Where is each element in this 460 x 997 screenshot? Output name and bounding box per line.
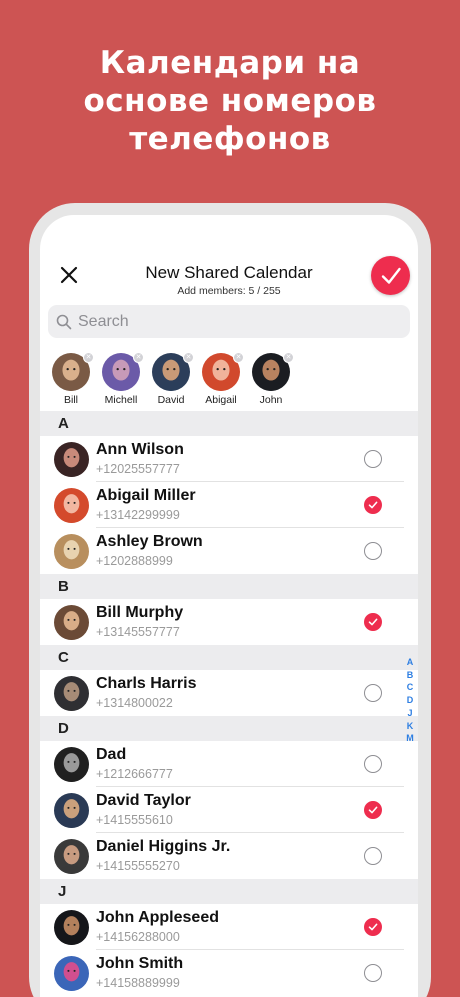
contact-row[interactable]: David Taylor +1415555610: [40, 787, 418, 833]
remove-member-icon[interactable]: ✕: [283, 352, 294, 363]
contact-name: Charls Harris: [96, 675, 197, 692]
contact-phone: +14155555270: [96, 859, 180, 873]
confirm-button[interactable]: [371, 256, 410, 295]
checkmark-icon: [381, 267, 401, 284]
selected-member-name: John: [259, 394, 283, 406]
contact-phone: +14156288000: [96, 930, 180, 944]
contact-row[interactable]: Daniel Higgins Jr. +14155555270: [40, 833, 418, 879]
select-checkbox[interactable]: [364, 964, 382, 982]
section-header: B: [40, 574, 418, 599]
avatar: [54, 910, 89, 945]
index-letter[interactable]: K: [403, 720, 417, 733]
contact-name: John Smith: [96, 955, 184, 972]
select-checkbox[interactable]: [364, 847, 382, 865]
index-letter[interactable]: J: [403, 707, 417, 720]
contact-row[interactable]: Ann Wilson +12025557777: [40, 436, 418, 482]
contact-name: Ashley Brown: [96, 533, 203, 550]
selected-member[interactable]: ✕ David: [146, 352, 196, 409]
section-header: D: [40, 716, 418, 741]
contact-name: Dad: [96, 746, 127, 763]
contact-list: A Ann Wilson +12025557777 Abigail Miller +13…: [40, 411, 418, 996]
select-checkbox[interactable]: [364, 450, 382, 468]
contact-phone: +12025557777: [96, 462, 180, 476]
contact-phone: +1314800022: [96, 696, 173, 710]
select-checkbox[interactable]: [364, 755, 382, 773]
selected-member-name: David: [157, 394, 185, 406]
contact-row[interactable]: Dad +1212666777: [40, 741, 418, 787]
contact-name: John Appleseed: [96, 909, 219, 926]
avatar: [54, 676, 89, 711]
contact-phone: +1212666777: [96, 767, 173, 781]
contact-row[interactable]: Charls Harris +1314800022: [40, 670, 418, 716]
avatar: [54, 605, 89, 640]
remove-member-icon[interactable]: ✕: [83, 352, 94, 363]
avatar: [54, 839, 89, 874]
contact-row[interactable]: John Appleseed +14156288000: [40, 904, 418, 950]
headline-line-3: телефонов: [129, 121, 331, 157]
avatar: [54, 956, 89, 991]
contact-name: David Taylor: [96, 792, 191, 809]
index-letter[interactable]: A: [403, 656, 417, 669]
contact-name: Daniel Higgins Jr.: [96, 838, 231, 855]
selected-member[interactable]: ✕ Bill: [46, 352, 96, 409]
page-title: New Shared Calendar: [145, 263, 313, 282]
contact-name: Ann Wilson: [96, 441, 184, 458]
contact-phone: +13142299999: [96, 508, 180, 522]
search-input[interactable]: Search: [78, 313, 129, 331]
remove-member-icon[interactable]: ✕: [233, 352, 244, 363]
contact-phone: +1202888999: [96, 554, 173, 568]
avatar: [54, 488, 89, 523]
index-letter[interactable]: D: [403, 694, 417, 707]
headline-line-1: Календари на: [99, 45, 361, 81]
contact-name: Bill Murphy: [96, 604, 184, 621]
avatar: [54, 793, 89, 828]
section-header: J: [40, 879, 418, 904]
contact-phone: +13145557777: [96, 625, 180, 639]
select-checkbox[interactable]: [364, 613, 382, 631]
selected-member[interactable]: ✕ Abigail: [196, 352, 246, 409]
selected-member[interactable]: ✕ Michell: [96, 352, 146, 409]
app-screen: New Shared Calendar Add members: 5 / 255…: [40, 215, 418, 997]
headline: Календари на основе номеров телефонов: [0, 44, 460, 158]
selected-member-name: Michell: [104, 394, 138, 406]
contact-row[interactable]: Bill Murphy +13145557777: [40, 599, 418, 645]
select-checkbox[interactable]: [364, 684, 382, 702]
remove-member-icon[interactable]: ✕: [183, 352, 194, 363]
search-bar[interactable]: Search: [48, 305, 410, 338]
alphabet-index[interactable]: ABCDJKM: [403, 656, 417, 745]
avatar: [54, 442, 89, 477]
search-icon: [56, 314, 72, 329]
select-checkbox[interactable]: [364, 496, 382, 514]
index-letter[interactable]: B: [403, 669, 417, 682]
contact-phone: +1415555610: [96, 813, 173, 827]
contact-name: Abigail Miller: [96, 487, 196, 504]
index-letter[interactable]: C: [403, 681, 417, 694]
select-checkbox[interactable]: [364, 801, 382, 819]
avatar: [54, 747, 89, 782]
remove-member-icon[interactable]: ✕: [133, 352, 144, 363]
headline-line-2: основе номеров: [83, 83, 377, 119]
index-letter[interactable]: M: [403, 732, 417, 745]
selected-member[interactable]: ✕ John: [246, 352, 296, 409]
member-count: Add members: 5 / 255: [177, 285, 281, 297]
contact-row[interactable]: Abigail Miller +13142299999: [40, 482, 418, 528]
selected-member-name: Abigail: [205, 394, 237, 406]
contact-phone: +14158889999: [96, 976, 180, 990]
contact-row[interactable]: Ashley Brown +1202888999: [40, 528, 418, 574]
section-header: C: [40, 645, 418, 670]
select-checkbox[interactable]: [364, 918, 382, 936]
selected-member-name: Bill: [63, 394, 78, 406]
section-header: A: [40, 411, 418, 436]
select-checkbox[interactable]: [364, 542, 382, 560]
avatar: [54, 534, 89, 569]
selected-members: ✕ Bill ✕ Michell ✕ David ✕ Abigail ✕ John: [46, 352, 296, 409]
contact-row[interactable]: John Smith +14158889999: [40, 950, 418, 996]
